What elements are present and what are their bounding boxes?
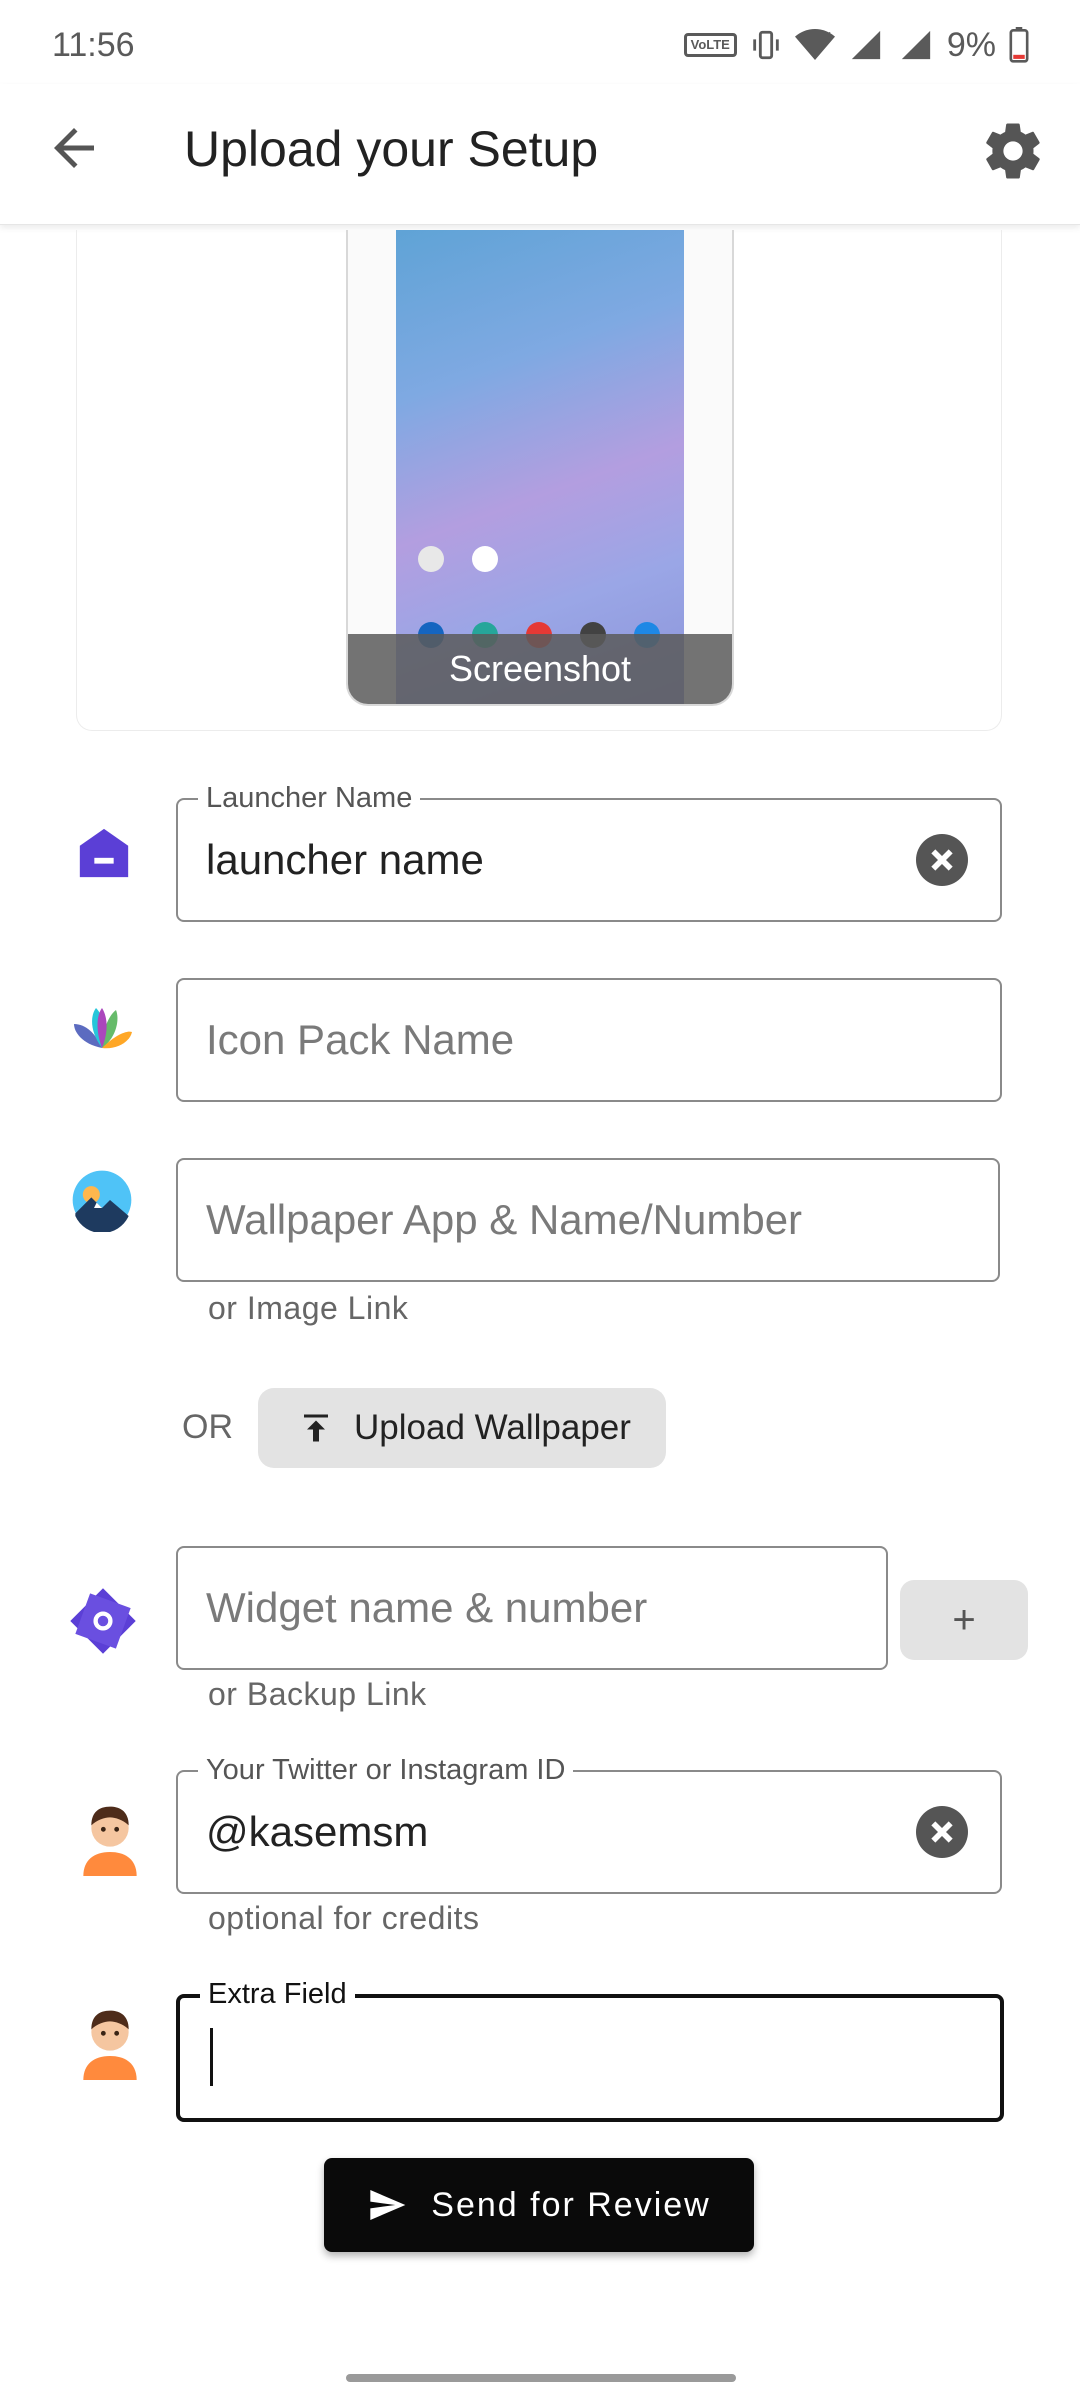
play-store-icon bbox=[472, 546, 498, 572]
upload-arrow-icon bbox=[304, 1414, 328, 1442]
add-widget-button[interactable]: + bbox=[900, 1580, 1028, 1660]
battery-percent: 9% bbox=[946, 25, 996, 64]
page-title: Upload your Setup bbox=[184, 121, 599, 177]
widget-icon bbox=[70, 1588, 136, 1654]
person-avatar-icon bbox=[83, 2010, 137, 2080]
widget-helper: or Backup Link bbox=[208, 1676, 427, 1712]
launcher-name-value: launcher name bbox=[206, 836, 484, 883]
icon-pack-placeholder: Icon Pack Name bbox=[206, 1016, 515, 1063]
app-icon bbox=[418, 546, 444, 572]
home-icon bbox=[79, 828, 129, 878]
fan-leaves-icon bbox=[74, 1008, 132, 1049]
signal-icon-2 bbox=[901, 30, 931, 60]
clear-launcher-button[interactable] bbox=[916, 834, 968, 886]
landscape-icon bbox=[72, 1170, 132, 1232]
social-id-value: @kasemsm bbox=[206, 1808, 429, 1855]
text-cursor bbox=[210, 2028, 213, 2086]
send-for-review-button[interactable]: Send for Review bbox=[324, 2158, 754, 2252]
gesture-home-bar[interactable] bbox=[346, 2374, 736, 2382]
vibrate-icon bbox=[753, 30, 779, 60]
status-time: 11:56 bbox=[52, 26, 135, 64]
wallpaper-field[interactable]: Wallpaper App & Name/Number bbox=[176, 1158, 1000, 1282]
arrow-left-icon bbox=[54, 128, 94, 168]
upload-wallpaper-label: Upload Wallpaper bbox=[354, 1408, 631, 1447]
clear-social-button[interactable] bbox=[916, 1806, 968, 1858]
screenshot-preview[interactable]: Screenshot bbox=[346, 230, 734, 706]
widget-placeholder: Widget name & number bbox=[206, 1584, 648, 1631]
social-id-field[interactable]: Your Twitter or Instagram ID @kasemsm bbox=[176, 1754, 1002, 1894]
person-avatar-icon bbox=[83, 1806, 137, 1876]
clear-circle-icon bbox=[931, 849, 953, 871]
screenshot-label: Screenshot bbox=[348, 634, 732, 704]
svg-text:x: x bbox=[825, 28, 831, 41]
clear-circle-icon bbox=[931, 1821, 953, 1843]
social-id-helper: optional for credits bbox=[208, 1900, 480, 1936]
settings-button[interactable] bbox=[980, 118, 1046, 184]
back-button[interactable] bbox=[44, 118, 104, 178]
battery-icon bbox=[1009, 27, 1029, 63]
or-text: OR bbox=[182, 1408, 233, 1446]
send-icon bbox=[370, 2190, 406, 2220]
extra-field[interactable]: Extra Field bbox=[176, 1978, 1004, 2122]
gear-icon bbox=[986, 123, 1040, 179]
launcher-name-field[interactable]: Launcher Name launcher name bbox=[176, 782, 1002, 922]
wallpaper-placeholder: Wallpaper App & Name/Number bbox=[206, 1196, 803, 1243]
signal-icon bbox=[851, 30, 881, 60]
extra-field-label: Extra Field bbox=[200, 1978, 355, 2011]
upload-wallpaper-button[interactable]: Upload Wallpaper bbox=[258, 1388, 666, 1468]
widget-field[interactable]: Widget name & number bbox=[176, 1546, 888, 1670]
icon-pack-field[interactable]: Icon Pack Name bbox=[176, 978, 1002, 1102]
wallpaper-helper: or Image Link bbox=[208, 1290, 409, 1326]
wifi-icon: x bbox=[794, 28, 835, 60]
status-icons: VoLTE x 9% bbox=[683, 20, 1030, 70]
wallpaper-preview-image bbox=[396, 230, 684, 704]
volte-wifi-icon: VoLTE bbox=[683, 33, 737, 57]
send-for-review-label: Send for Review bbox=[431, 2185, 711, 2224]
